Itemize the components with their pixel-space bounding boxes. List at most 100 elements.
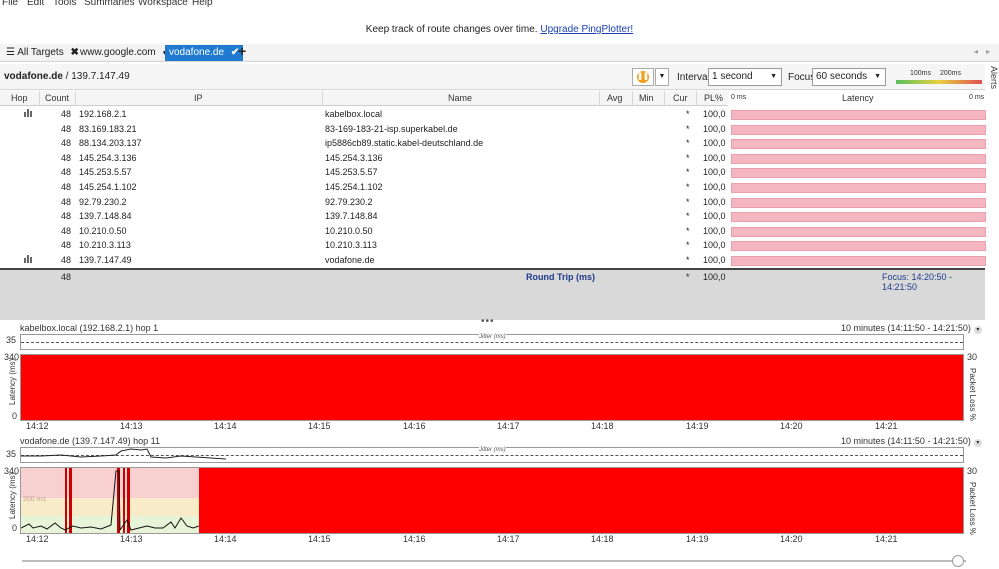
banner-text: Keep track of route changes over time.	[365, 24, 538, 35]
row-name: vodafone.de	[325, 254, 375, 265]
add-tab-button[interactable]: +	[238, 43, 246, 59]
row-ip: 139.7.147.49	[79, 254, 132, 265]
row-name: kabelbox.local	[325, 109, 383, 119]
row-pl: 100,0	[703, 109, 726, 119]
row-latency-bar	[731, 212, 986, 223]
summary-count: 48	[61, 272, 72, 282]
time-tick-label: 14:17	[497, 534, 520, 544]
table-row[interactable]: 48 88.134.203.137 ip5886cb89.static.kabel-…	[0, 136, 986, 151]
row-pl: 100,0	[703, 196, 726, 207]
time-tick-label: 14:12	[26, 534, 49, 544]
row-latency-bar	[731, 226, 986, 237]
menu-edit[interactable]: Edit	[27, 0, 44, 8]
tab-scroll-right-icon[interactable]: ▸	[986, 47, 990, 56]
hop-table: 48 192.168.2.1 kabelbox.local * 100,0 48 83.16…	[0, 107, 986, 268]
pause-button[interactable]: ❚❚	[632, 68, 654, 86]
target-toolbar: vodafone.de / 139.7.147.49 ❚❚ ▼ Interval…	[0, 64, 985, 90]
interval-select[interactable]: 1 second ▼	[708, 68, 782, 86]
timeline-scrollbar[interactable]	[22, 555, 966, 567]
summary-pl: 100,0	[703, 272, 726, 282]
tab-all-targets[interactable]: ☰ All Targets ✖	[2, 45, 83, 61]
row-ip: 145.253.5.57	[79, 167, 132, 178]
latency-color-scale: 100ms 200ms	[892, 70, 982, 86]
row-name: 10.210.0.50	[325, 225, 373, 236]
focus-select[interactable]: 60 seconds ▼	[812, 68, 886, 86]
graph1-y-label: Latency (ms)	[8, 358, 17, 405]
graph1-title: kabelbox.local (192.168.2.1) hop 1	[20, 323, 159, 333]
tab-vodafone[interactable]: vodafone.de ✔	[165, 45, 244, 61]
col-count[interactable]: Count	[45, 93, 69, 103]
scale-bar	[896, 80, 982, 84]
row-cur: *	[686, 152, 690, 163]
menu-summaries[interactable]: Summaries	[84, 0, 135, 8]
alerts-tab[interactable]: Alerts	[987, 66, 999, 96]
table-row[interactable]: 48 10.210.0.50 10.210.0.50 * 100,0	[0, 224, 986, 239]
table-row[interactable]: 48 10.210.3.113 10.210.3.113 * 100,0	[0, 238, 986, 253]
upgrade-banner: Keep track of route changes over time. U…	[0, 20, 999, 40]
col-hop[interactable]: Hop	[11, 93, 28, 103]
col-cur[interactable]: Cur	[673, 93, 688, 103]
time-tick-label: 14:15	[308, 421, 331, 431]
row-cur: *	[686, 167, 690, 178]
upgrade-link[interactable]: Upgrade PingPlotter!	[540, 24, 633, 35]
row-ip: 88.134.203.137	[79, 138, 142, 149]
target-name: vodafone.de	[4, 71, 63, 82]
row-latency-bar	[731, 255, 986, 266]
graph1-range[interactable]: 10 minutes (14:11:50 - 14:21:50) ▾	[841, 323, 982, 334]
time-tick-label: 14:14	[214, 421, 237, 431]
graph1-y2-max: 30	[967, 352, 978, 362]
time-tick-label: 14:21	[875, 534, 898, 544]
row-latency-bar	[731, 197, 986, 208]
col-avg[interactable]: Avg	[607, 93, 622, 103]
row-count: 48	[61, 138, 72, 149]
table-row[interactable]: 48 145.254.3.136 145.254.3.136 * 100,0	[0, 151, 986, 166]
tab-scroll-left-icon[interactable]: ◂	[974, 47, 978, 56]
row-count: 48	[61, 123, 72, 134]
col-pl[interactable]: PL%	[704, 93, 723, 103]
menu-tools[interactable]: Tools	[53, 0, 76, 8]
row-latency-bar	[731, 153, 986, 164]
pause-dropdown-button[interactable]: ▼	[655, 68, 669, 86]
row-name: ip5886cb89.static.kabel-deutschland.de	[325, 138, 484, 149]
graph1-latency-plot[interactable]	[20, 354, 964, 421]
table-row[interactable]: 48 83.169.183.21 83-169-183-21-isp.superka…	[0, 122, 986, 137]
target-ip: / 139.7.147.49	[62, 71, 130, 82]
col-min[interactable]: Min	[639, 93, 654, 103]
row-latency-bar	[731, 168, 986, 179]
col-name[interactable]: Name	[448, 93, 472, 103]
tab-label: www.google.com	[80, 47, 156, 58]
graph2-jitter-area: Jitter (ms)	[20, 447, 964, 463]
col-ip[interactable]: IP	[194, 93, 203, 103]
bar-chart-icon[interactable]	[24, 254, 32, 263]
row-pl: 100,0	[703, 240, 726, 251]
bar-chart-icon[interactable]	[24, 109, 32, 117]
graph2-range[interactable]: 10 minutes (14:11:50 - 14:21:50) ▾	[841, 436, 982, 447]
table-row[interactable]: 48 145.253.5.57 145.253.5.57 * 100,0	[0, 165, 986, 180]
interval-value: 1 second	[712, 71, 753, 82]
row-ip: 10.210.3.113	[79, 240, 131, 251]
latency-max-label: 0 ms	[969, 94, 985, 101]
table-row[interactable]: 48 145.254.1.102 145.254.1.102 * 100,0	[0, 180, 986, 195]
table-row[interactable]: 48 139.7.148.84 139.7.148.84 * 100,0	[0, 209, 986, 224]
row-name: 139.7.148.84	[325, 211, 378, 222]
menu-help[interactable]: Help	[192, 0, 213, 8]
timeline-scroll-handle[interactable]	[952, 555, 964, 567]
table-row[interactable]: 48 92.79.230.2 92.79.230.2 * 100,0	[0, 195, 986, 210]
table-row[interactable]: 48 139.7.147.49 vodafone.de * 100,0	[0, 253, 986, 268]
row-name: 83-169-183-21-isp.superkabel.de	[325, 123, 458, 134]
menu-workspace[interactable]: Workspace	[138, 0, 188, 8]
pane-splitter[interactable]: •••	[481, 316, 495, 327]
col-latency[interactable]: Latency	[842, 93, 874, 103]
time-tick-label: 14:19	[686, 421, 709, 431]
table-row[interactable]: 48 192.168.2.1 kabelbox.local * 100,0	[0, 107, 986, 122]
row-latency-bar	[731, 110, 986, 120]
graph2-latency-plot[interactable]: 200 ms	[20, 467, 964, 534]
tab-google[interactable]: www.google.com ✔	[76, 45, 175, 61]
graph1-jitter-max: 35	[6, 335, 17, 345]
table-header: Hop Count IP Name Avg Min Cur PL% 0 ms L…	[0, 91, 987, 106]
row-name: 145.253.5.57	[325, 167, 378, 178]
menu-file[interactable]: File	[2, 0, 18, 8]
row-name: 92.79.230.2	[325, 196, 373, 207]
graph2-jitter-max: 35	[6, 449, 17, 459]
row-pl: 100,0	[703, 211, 726, 222]
